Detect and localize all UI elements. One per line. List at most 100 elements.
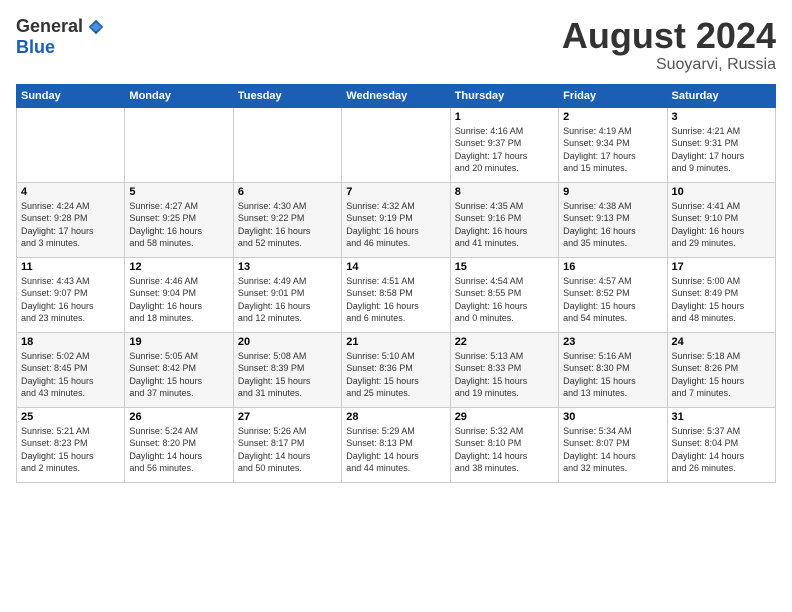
table-row: 17 Sunrise: 5:00 AM Sunset: 8:49 PM Dayli…	[667, 257, 775, 332]
day-info: Sunrise: 4:49 AM Sunset: 9:01 PM Dayligh…	[238, 275, 337, 325]
title-section: August 2024 Suoyarvi, Russia	[562, 16, 776, 74]
table-row: 27 Sunrise: 5:26 AM Sunset: 8:17 PM Dayli…	[233, 407, 341, 482]
subtitle: Suoyarvi, Russia	[562, 56, 776, 74]
header-wednesday: Wednesday	[342, 84, 450, 107]
day-number: 4	[21, 186, 120, 198]
header-monday: Monday	[125, 84, 233, 107]
day-number: 25	[21, 411, 120, 423]
table-row: 22Sunrise: 5:13 AM Sunset: 8:33 PM Dayli…	[450, 332, 558, 407]
day-number: 5	[129, 186, 228, 198]
day-info: Sunrise: 4:38 AM Sunset: 9:13 PM Dayligh…	[563, 200, 662, 250]
table-row: 21 Sunrise: 5:10 AM Sunset: 8:36 PM Dayli…	[342, 332, 450, 407]
day-number: 30	[563, 411, 662, 423]
table-row: 3Sunrise: 4:21 AM Sunset: 9:31 PM Daylig…	[667, 107, 775, 182]
table-row: 14 Sunrise: 4:51 AM Sunset: 8:58 PM Dayli…	[342, 257, 450, 332]
day-info: Sunrise: 4:16 AM Sunset: 9:37 PM Dayligh…	[455, 125, 554, 175]
header-thursday: Thursday	[450, 84, 558, 107]
header-sunday: Sunday	[17, 84, 125, 107]
day-number: 14	[346, 261, 445, 273]
table-row	[233, 107, 341, 182]
day-info: Sunrise: 5:08 AM Sunset: 8:39 PM Dayligh…	[238, 350, 337, 400]
day-info: Sunrise: 5:13 AM Sunset: 8:33 PM Dayligh…	[455, 350, 554, 400]
day-number: 13	[238, 261, 337, 273]
day-number: 6	[238, 186, 337, 198]
day-info: Sunrise: 5:18 AM Sunset: 8:26 PM Dayligh…	[672, 350, 771, 400]
logo: General Blue	[16, 16, 105, 58]
day-info: Sunrise: 5:34 AM Sunset: 8:07 PM Dayligh…	[563, 425, 662, 475]
day-number: 9	[563, 186, 662, 198]
week-row-5: 25 Sunrise: 5:21 AM Sunset: 8:23 PM Dayli…	[17, 407, 776, 482]
day-info: Sunrise: 4:30 AM Sunset: 9:22 PM Dayligh…	[238, 200, 337, 250]
table-row: 5 Sunrise: 4:27 AM Sunset: 9:25 PM Daylig…	[125, 182, 233, 257]
week-row-4: 18 Sunrise: 5:02 AM Sunset: 8:45 PM Dayli…	[17, 332, 776, 407]
table-row	[125, 107, 233, 182]
day-info: Sunrise: 4:43 AM Sunset: 9:07 PM Dayligh…	[21, 275, 120, 325]
table-row: 18 Sunrise: 5:02 AM Sunset: 8:45 PM Dayli…	[17, 332, 125, 407]
day-number: 20	[238, 336, 337, 348]
week-row-3: 11Sunrise: 4:43 AM Sunset: 9:07 PM Dayli…	[17, 257, 776, 332]
day-number: 31	[672, 411, 771, 423]
table-row: 12Sunrise: 4:46 AM Sunset: 9:04 PM Dayli…	[125, 257, 233, 332]
header-saturday: Saturday	[667, 84, 775, 107]
calendar-header-row: Sunday Monday Tuesday Wednesday Thursday…	[17, 84, 776, 107]
day-info: Sunrise: 5:29 AM Sunset: 8:13 PM Dayligh…	[346, 425, 445, 475]
day-number: 23	[563, 336, 662, 348]
table-row: 13 Sunrise: 4:49 AM Sunset: 9:01 PM Dayli…	[233, 257, 341, 332]
table-row: 20 Sunrise: 5:08 AM Sunset: 8:39 PM Dayli…	[233, 332, 341, 407]
day-info: Sunrise: 5:26 AM Sunset: 8:17 PM Dayligh…	[238, 425, 337, 475]
day-number: 17	[672, 261, 771, 273]
table-row: 24Sunrise: 5:18 AM Sunset: 8:26 PM Dayli…	[667, 332, 775, 407]
day-number: 21	[346, 336, 445, 348]
day-number: 19	[129, 336, 228, 348]
table-row: 30 Sunrise: 5:34 AM Sunset: 8:07 PM Dayli…	[559, 407, 667, 482]
table-row: 7Sunrise: 4:32 AM Sunset: 9:19 PM Daylig…	[342, 182, 450, 257]
table-row: 25 Sunrise: 5:21 AM Sunset: 8:23 PM Dayli…	[17, 407, 125, 482]
table-row: 10 Sunrise: 4:41 AM Sunset: 9:10 PM Dayli…	[667, 182, 775, 257]
day-number: 18	[21, 336, 120, 348]
day-number: 2	[563, 111, 662, 123]
day-info: Sunrise: 4:21 AM Sunset: 9:31 PM Dayligh…	[672, 125, 771, 175]
logo-text: General	[16, 16, 105, 37]
table-row	[342, 107, 450, 182]
day-info: Sunrise: 4:46 AM Sunset: 9:04 PM Dayligh…	[129, 275, 228, 325]
day-info: Sunrise: 5:10 AM Sunset: 8:36 PM Dayligh…	[346, 350, 445, 400]
day-info: Sunrise: 4:27 AM Sunset: 9:25 PM Dayligh…	[129, 200, 228, 250]
day-info: Sunrise: 5:37 AM Sunset: 8:04 PM Dayligh…	[672, 425, 771, 475]
table-row: 11Sunrise: 4:43 AM Sunset: 9:07 PM Dayli…	[17, 257, 125, 332]
day-info: Sunrise: 4:19 AM Sunset: 9:34 PM Dayligh…	[563, 125, 662, 175]
week-row-2: 4Sunrise: 4:24 AM Sunset: 9:28 PM Daylig…	[17, 182, 776, 257]
table-row: 6 Sunrise: 4:30 AM Sunset: 9:22 PM Daylig…	[233, 182, 341, 257]
table-row: 9 Sunrise: 4:38 AM Sunset: 9:13 PM Daylig…	[559, 182, 667, 257]
table-row: 4Sunrise: 4:24 AM Sunset: 9:28 PM Daylig…	[17, 182, 125, 257]
calendar: Sunday Monday Tuesday Wednesday Thursday…	[16, 84, 776, 483]
day-info: Sunrise: 5:21 AM Sunset: 8:23 PM Dayligh…	[21, 425, 120, 475]
day-info: Sunrise: 5:02 AM Sunset: 8:45 PM Dayligh…	[21, 350, 120, 400]
day-number: 28	[346, 411, 445, 423]
table-row	[17, 107, 125, 182]
day-number: 27	[238, 411, 337, 423]
table-row: 16Sunrise: 4:57 AM Sunset: 8:52 PM Dayli…	[559, 257, 667, 332]
logo-icon	[87, 18, 105, 36]
day-info: Sunrise: 4:41 AM Sunset: 9:10 PM Dayligh…	[672, 200, 771, 250]
table-row: 29Sunrise: 5:32 AM Sunset: 8:10 PM Dayli…	[450, 407, 558, 482]
logo-blue: Blue	[16, 37, 55, 58]
table-row: 31 Sunrise: 5:37 AM Sunset: 8:04 PM Dayli…	[667, 407, 775, 482]
day-info: Sunrise: 5:32 AM Sunset: 8:10 PM Dayligh…	[455, 425, 554, 475]
logo-general: General	[16, 16, 83, 37]
table-row: 23 Sunrise: 5:16 AM Sunset: 8:30 PM Dayli…	[559, 332, 667, 407]
day-info: Sunrise: 5:05 AM Sunset: 8:42 PM Dayligh…	[129, 350, 228, 400]
day-info: Sunrise: 4:51 AM Sunset: 8:58 PM Dayligh…	[346, 275, 445, 325]
day-number: 10	[672, 186, 771, 198]
day-info: Sunrise: 5:00 AM Sunset: 8:49 PM Dayligh…	[672, 275, 771, 325]
table-row: 1 Sunrise: 4:16 AM Sunset: 9:37 PM Daylig…	[450, 107, 558, 182]
day-info: Sunrise: 5:16 AM Sunset: 8:30 PM Dayligh…	[563, 350, 662, 400]
day-number: 15	[455, 261, 554, 273]
day-number: 1	[455, 111, 554, 123]
day-number: 16	[563, 261, 662, 273]
table-row: 26Sunrise: 5:24 AM Sunset: 8:20 PM Dayli…	[125, 407, 233, 482]
day-number: 8	[455, 186, 554, 198]
table-row: 15Sunrise: 4:54 AM Sunset: 8:55 PM Dayli…	[450, 257, 558, 332]
day-number: 7	[346, 186, 445, 198]
header-friday: Friday	[559, 84, 667, 107]
week-row-1: 1 Sunrise: 4:16 AM Sunset: 9:37 PM Daylig…	[17, 107, 776, 182]
